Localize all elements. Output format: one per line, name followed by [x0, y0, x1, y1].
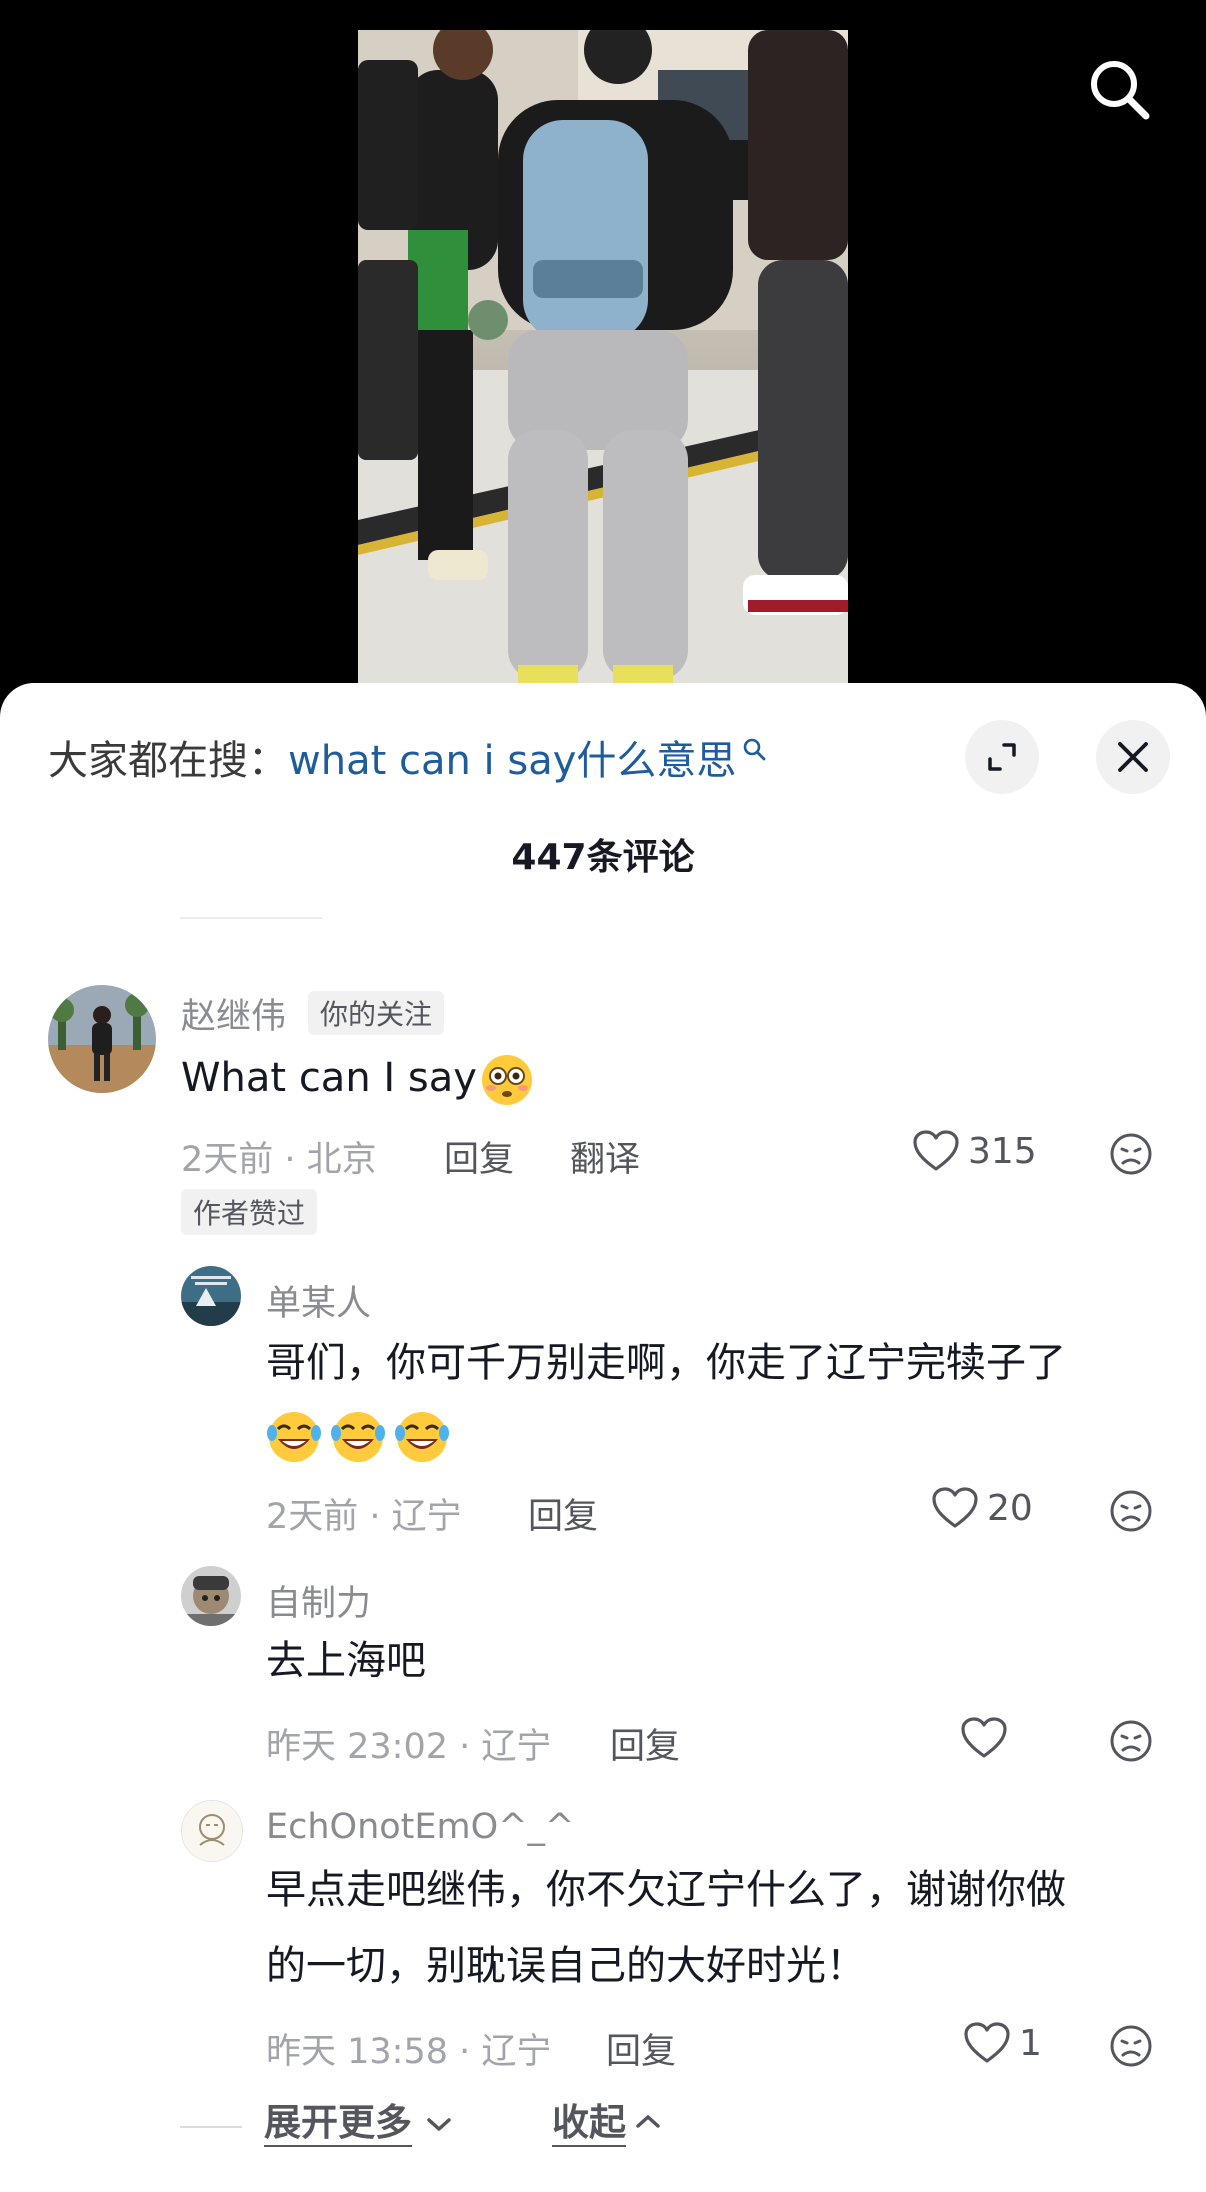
reply-button[interactable]: 回复 [444, 1131, 514, 1182]
dislike-face-icon[interactable] [1108, 2023, 1154, 2069]
heart-icon [961, 1717, 1007, 1758]
avatar[interactable] [48, 985, 156, 1093]
reply-button[interactable]: 回复 [528, 1488, 598, 1539]
like-count: 1 [1019, 2022, 1042, 2064]
like-button[interactable] [960, 1716, 1016, 1760]
laughing-crying-emoji-icon [395, 1412, 449, 1462]
avatar-image [48, 985, 156, 1093]
reply-button[interactable]: 回复 [606, 2023, 676, 2074]
comment-author[interactable]: 自制力 [266, 1575, 371, 1626]
avatar-image [181, 1566, 241, 1626]
expand-button[interactable] [965, 720, 1039, 794]
dislike-face-icon[interactable] [1108, 1488, 1154, 1534]
divider [180, 2126, 242, 2128]
author-liked-badge: 作者赞过 [181, 1189, 318, 1235]
like-button[interactable]: 1 [963, 2021, 1042, 2065]
comment-text-line: 早点走吧继伟，你不欠辽宁什么了，谢谢你做 [266, 1867, 1066, 1913]
hot-search-prefix: 大家都在搜： [48, 738, 288, 784]
divider [180, 917, 322, 919]
close-icon [1118, 742, 1148, 772]
comment-count: 447条评论 [511, 837, 695, 878]
comment-text-content: 哥们，你可千万别走啊，你走了辽宁完犊子了 [266, 1340, 1066, 1386]
like-button[interactable]: 315 [912, 1129, 1037, 1173]
expand-more-link[interactable]: 展开更多 [264, 2101, 412, 2147]
like-count: 315 [968, 1130, 1037, 1172]
avatar-image [181, 1266, 241, 1326]
comment-meta: 昨天 13:58 · 辽宁 [266, 2032, 552, 2072]
reply-button[interactable]: 回复 [610, 1718, 680, 1769]
like-button[interactable]: 20 [931, 1486, 1033, 1530]
collapse-link[interactable]: 收起 [552, 2101, 626, 2147]
comment-meta: 2天前 · 北京 [181, 1140, 377, 1180]
heart-icon [913, 1130, 959, 1171]
chevron-up-icon[interactable] [633, 2111, 663, 2131]
search-icon [1091, 61, 1150, 120]
comment-author[interactable]: EchOnotEmO^_^ [266, 1807, 574, 1847]
chevron-down-icon[interactable] [424, 2115, 454, 2135]
comment-text: 早点走吧继伟，你不欠辽宁什么了，谢谢你做 的一切，别耽误自己的大好时光！ [266, 1857, 1176, 1999]
comment-text: 哥们，你可千万别走啊，你走了辽宁完犊子了 [266, 1330, 1166, 1472]
dislike-face-icon[interactable] [1108, 1718, 1154, 1764]
expand-icon [988, 743, 1016, 771]
follow-badge: 你的关注 [308, 991, 445, 1035]
video-player[interactable] [0, 0, 1206, 700]
avatar[interactable] [181, 1800, 243, 1862]
like-count: 20 [987, 1487, 1033, 1529]
hot-search-term[interactable]: what can i say什么意思 [288, 738, 736, 784]
avatar[interactable] [181, 1266, 241, 1326]
dislike-face-icon[interactable] [1108, 1131, 1154, 1177]
comment-text-content: What can I say [181, 1055, 477, 1101]
video-still-image [358, 30, 848, 685]
video-frame[interactable] [358, 30, 848, 685]
avatar-image [182, 1801, 242, 1861]
comment-meta: 昨天 23:02 · 辽宁 [266, 1727, 552, 1767]
search-icon [744, 738, 766, 761]
heart-icon [964, 2022, 1010, 2063]
comment-text: 去上海吧 [266, 1638, 426, 1684]
laughing-crying-emoji-icon [331, 1412, 385, 1462]
laughing-crying-emoji-icon [267, 1412, 321, 1462]
close-button[interactable] [1096, 720, 1170, 794]
search-button[interactable] [1088, 58, 1152, 122]
comment-text-line: 的一切，别耽误自己的大好时光！ [266, 1943, 866, 1989]
emoji-row [266, 1396, 1166, 1472]
comment-meta: 2天前 · 辽宁 [266, 1497, 462, 1537]
avatar[interactable] [181, 1566, 241, 1626]
translate-button[interactable]: 翻译 [570, 1131, 640, 1182]
hot-search-link[interactable]: 大家都在搜：what can i say什么意思 [48, 733, 768, 789]
flushed-face-emoji-icon [481, 1055, 532, 1105]
comment-text: What can I say [181, 1045, 543, 1111]
heart-icon [932, 1487, 978, 1528]
comment-sheet: 大家都在搜：what can i say什么意思 447条评论 赵继伟 你的关注… [0, 683, 1206, 2192]
comment-author[interactable]: 赵继伟 [181, 988, 286, 1039]
comment-author[interactable]: 单某人 [266, 1275, 371, 1326]
